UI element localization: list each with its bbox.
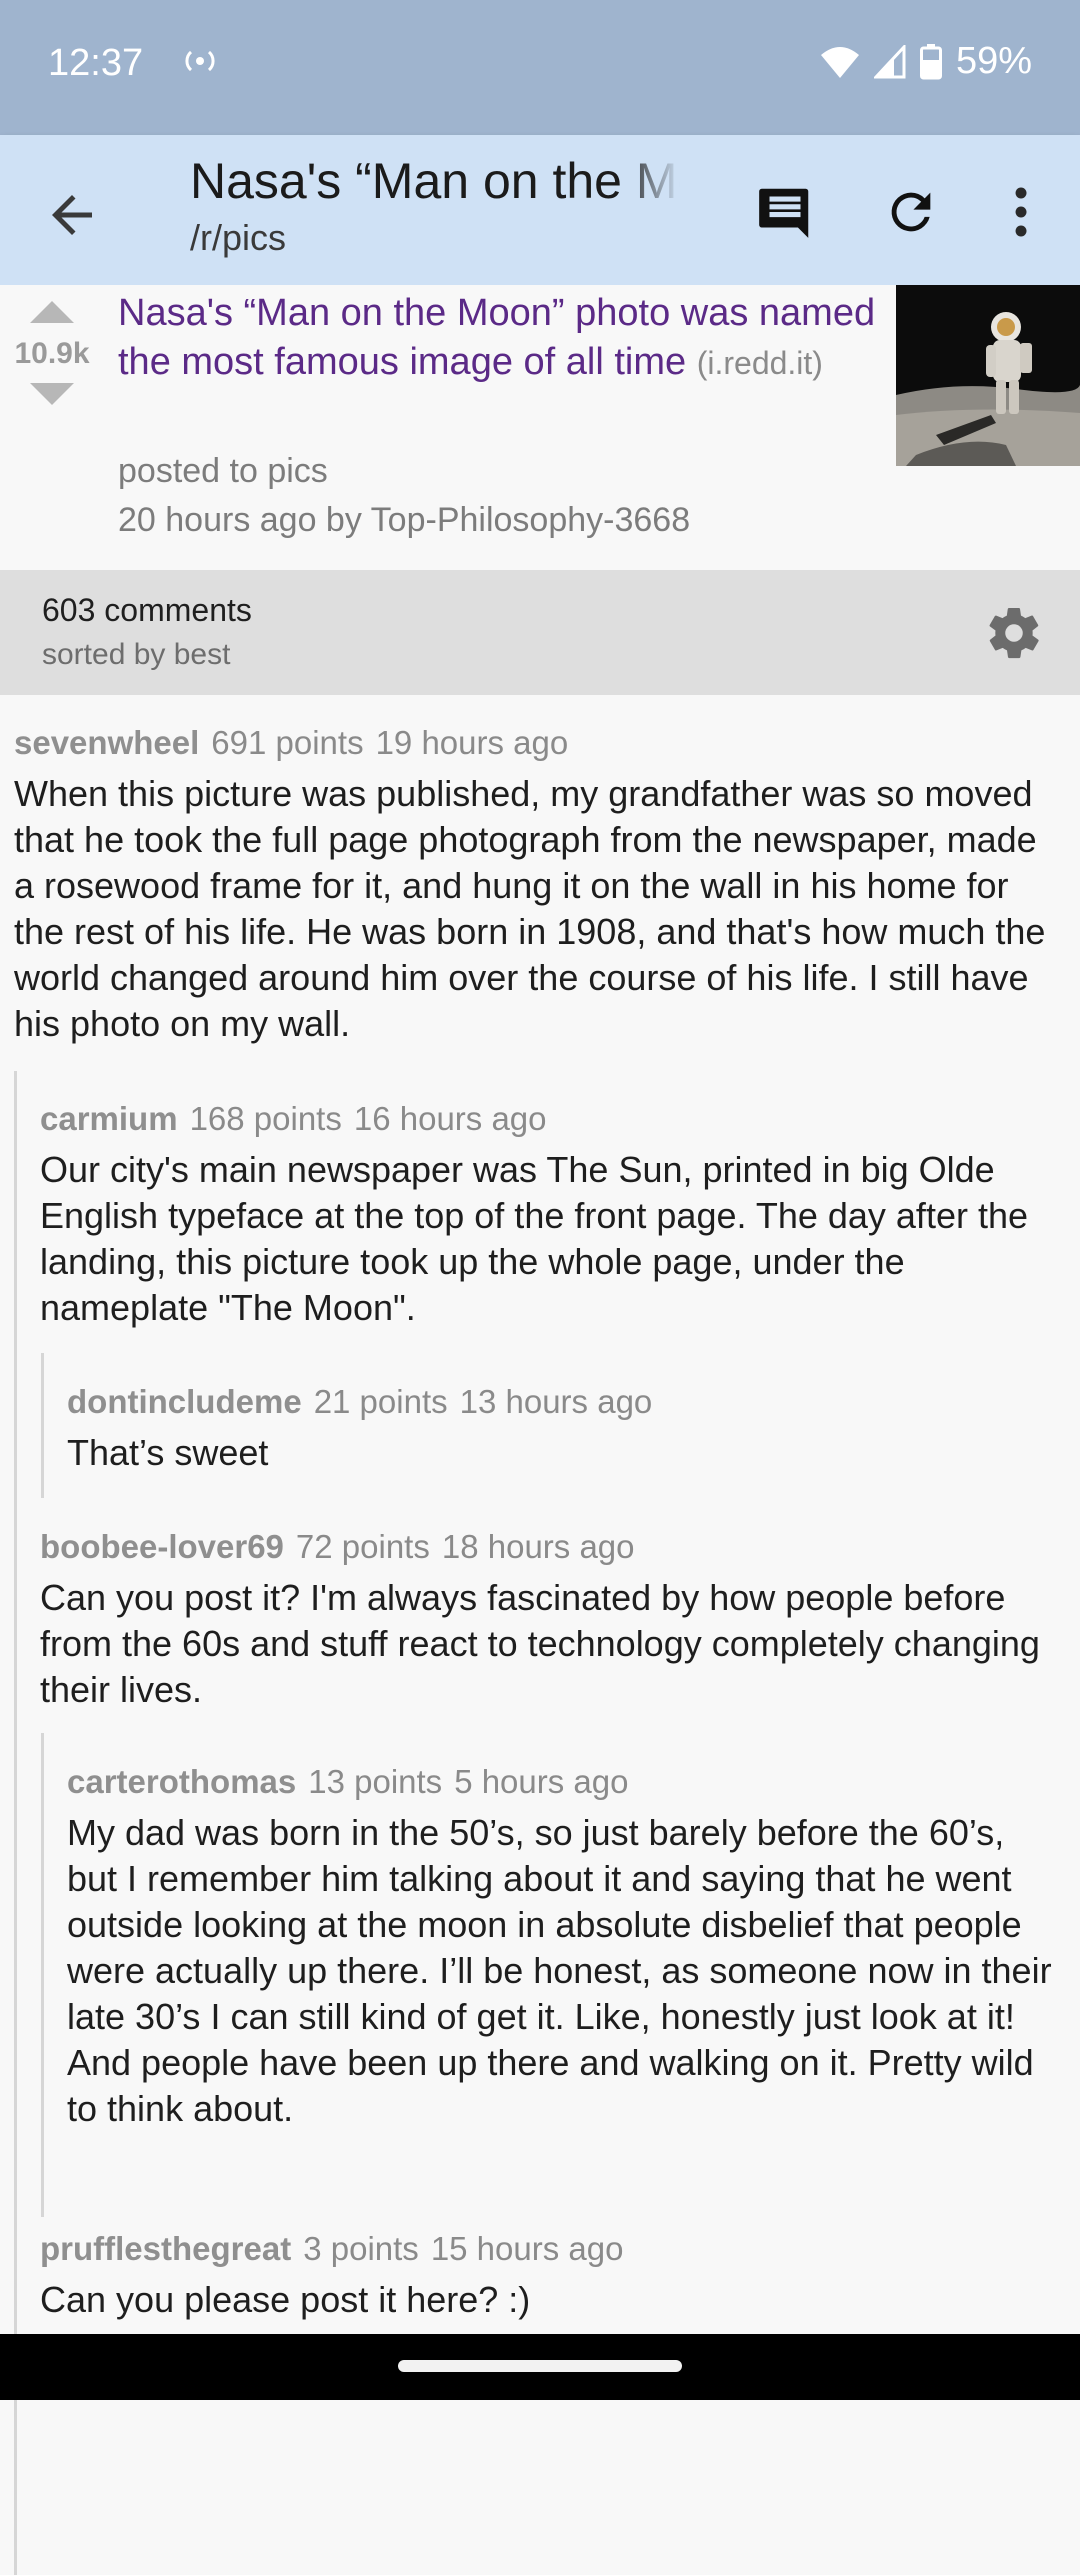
battery-percent: 59% bbox=[955, 40, 1032, 82]
comment-body: That’s sweet bbox=[67, 1432, 269, 1473]
sort-label[interactable]: sorted by best bbox=[42, 638, 230, 672]
battery-icon bbox=[919, 43, 942, 80]
cell-signal-icon bbox=[873, 44, 906, 79]
post-meta: posted to pics 20 hours ago by Top-Philo… bbox=[118, 447, 690, 545]
comment-time: 18 hours ago bbox=[441, 1528, 635, 1565]
comment-body: When this picture was published, my gran… bbox=[14, 773, 1046, 1044]
arrow-back-icon[interactable] bbox=[42, 185, 102, 245]
comment-body: My dad was born in the 50’s, so just bar… bbox=[67, 1812, 1052, 2129]
comment-meta: boobee-lover69 72 points 18 hours ago bbox=[40, 1525, 1058, 1569]
page-title: Nasa's “Man on the Moon” photo was named… bbox=[190, 153, 680, 209]
comment-icon[interactable] bbox=[748, 175, 822, 249]
home-gesture-handle[interactable] bbox=[398, 2360, 682, 2372]
post-domain: (i.redd.it) bbox=[696, 345, 823, 381]
comment-time: 16 hours ago bbox=[353, 1100, 547, 1137]
refresh-icon[interactable] bbox=[874, 175, 948, 249]
downvote-arrow-icon[interactable] bbox=[30, 383, 74, 405]
upvote-arrow-icon[interactable] bbox=[30, 301, 74, 323]
comment-meta: carmium 168 points 16 hours ago bbox=[40, 1097, 1058, 1141]
comments-header: 603 comments sorted by best bbox=[0, 570, 1080, 695]
comment-points: 691 points bbox=[211, 724, 364, 761]
more-vert-icon[interactable] bbox=[986, 175, 1056, 249]
comment-time: 5 hours ago bbox=[454, 1763, 629, 1800]
comment-meta: prufflesthegreat 3 points 15 hours ago bbox=[40, 2227, 1058, 2271]
system-icons: 59% bbox=[820, 40, 1032, 83]
comment-time: 13 hours ago bbox=[459, 1383, 653, 1420]
comment-item[interactable]: dontincludeme 21 points 13 hours ago That’… bbox=[67, 1380, 1057, 1476]
comment-points: 3 points bbox=[303, 2230, 419, 2267]
comment-meta: sevenwheel 691 points 19 hours ago bbox=[14, 721, 1064, 765]
comment-body: Can you post it? I'm always fascinated b… bbox=[40, 1577, 1040, 1710]
comment-item[interactable]: carterothomas 13 points 5 hours ago My dad… bbox=[67, 1760, 1057, 2132]
comment-item[interactable]: sevenwheel 691 points 19 hours ago When th… bbox=[14, 721, 1064, 1047]
radio-signal-icon bbox=[182, 47, 218, 75]
comment-author[interactable]: carterothomas bbox=[67, 1763, 296, 1800]
status-bar: 12:37 59% bbox=[0, 0, 1080, 135]
comment-meta: dontincludeme 21 points 13 hours ago bbox=[67, 1380, 1057, 1424]
post-score: 10.9k bbox=[14, 337, 90, 370]
gear-icon[interactable] bbox=[984, 603, 1044, 663]
comment-item[interactable]: prufflesthegreat 3 points 15 hours ago Can… bbox=[40, 2227, 1058, 2323]
post-thumbnail[interactable] bbox=[896, 285, 1080, 466]
comment-author[interactable]: dontincludeme bbox=[67, 1383, 302, 1420]
navigation-bar bbox=[0, 2334, 1080, 2400]
post-title-link[interactable]: Nasa's “Man on the Moon” photo was named… bbox=[118, 289, 898, 388]
comment-author[interactable]: sevenwheel bbox=[14, 724, 199, 761]
title-block: Nasa's “Man on the Moon” photo was named… bbox=[190, 149, 680, 263]
comment-author[interactable]: carmium bbox=[40, 1100, 178, 1137]
posted-to: posted to pics bbox=[118, 452, 328, 490]
post-summary: 10.9k Nasa's “Man on the Moon” photo was… bbox=[0, 285, 1080, 570]
comment-points: 13 points bbox=[308, 1763, 443, 1800]
comment-item[interactable]: boobee-lover69 72 points 18 hours ago Can … bbox=[40, 1525, 1058, 1713]
subreddit-label[interactable]: /r/pics bbox=[190, 213, 680, 263]
comment-author[interactable]: prufflesthegreat bbox=[40, 2230, 291, 2267]
thread-rule bbox=[41, 1353, 44, 1498]
comment-points: 168 points bbox=[189, 1100, 342, 1137]
comment-meta: carterothomas 13 points 5 hours ago bbox=[67, 1760, 1057, 1804]
vote-widget: 10.9k bbox=[0, 301, 104, 405]
comment-time: 19 hours ago bbox=[375, 724, 569, 761]
comment-body: Our city's main newspaper was The Sun, p… bbox=[40, 1149, 1028, 1328]
post-byline: 20 hours ago by Top-Philosophy-3668 bbox=[118, 501, 691, 539]
comment-points: 72 points bbox=[295, 1528, 430, 1565]
wifi-icon bbox=[820, 45, 860, 79]
thread-rule bbox=[41, 1733, 44, 2217]
comment-time: 15 hours ago bbox=[430, 2230, 624, 2267]
app-bar: Nasa's “Man on the Moon” photo was named… bbox=[0, 135, 1080, 285]
status-time: 12:37 bbox=[48, 42, 144, 84]
comment-points: 21 points bbox=[313, 1383, 448, 1420]
comment-item[interactable]: carmium 168 points 16 hours ago Our city's… bbox=[40, 1097, 1058, 1331]
comment-body: Can you please post it here? :) bbox=[40, 2279, 531, 2320]
comment-author[interactable]: boobee-lover69 bbox=[40, 1528, 284, 1565]
comment-count: 603 comments bbox=[42, 592, 252, 628]
